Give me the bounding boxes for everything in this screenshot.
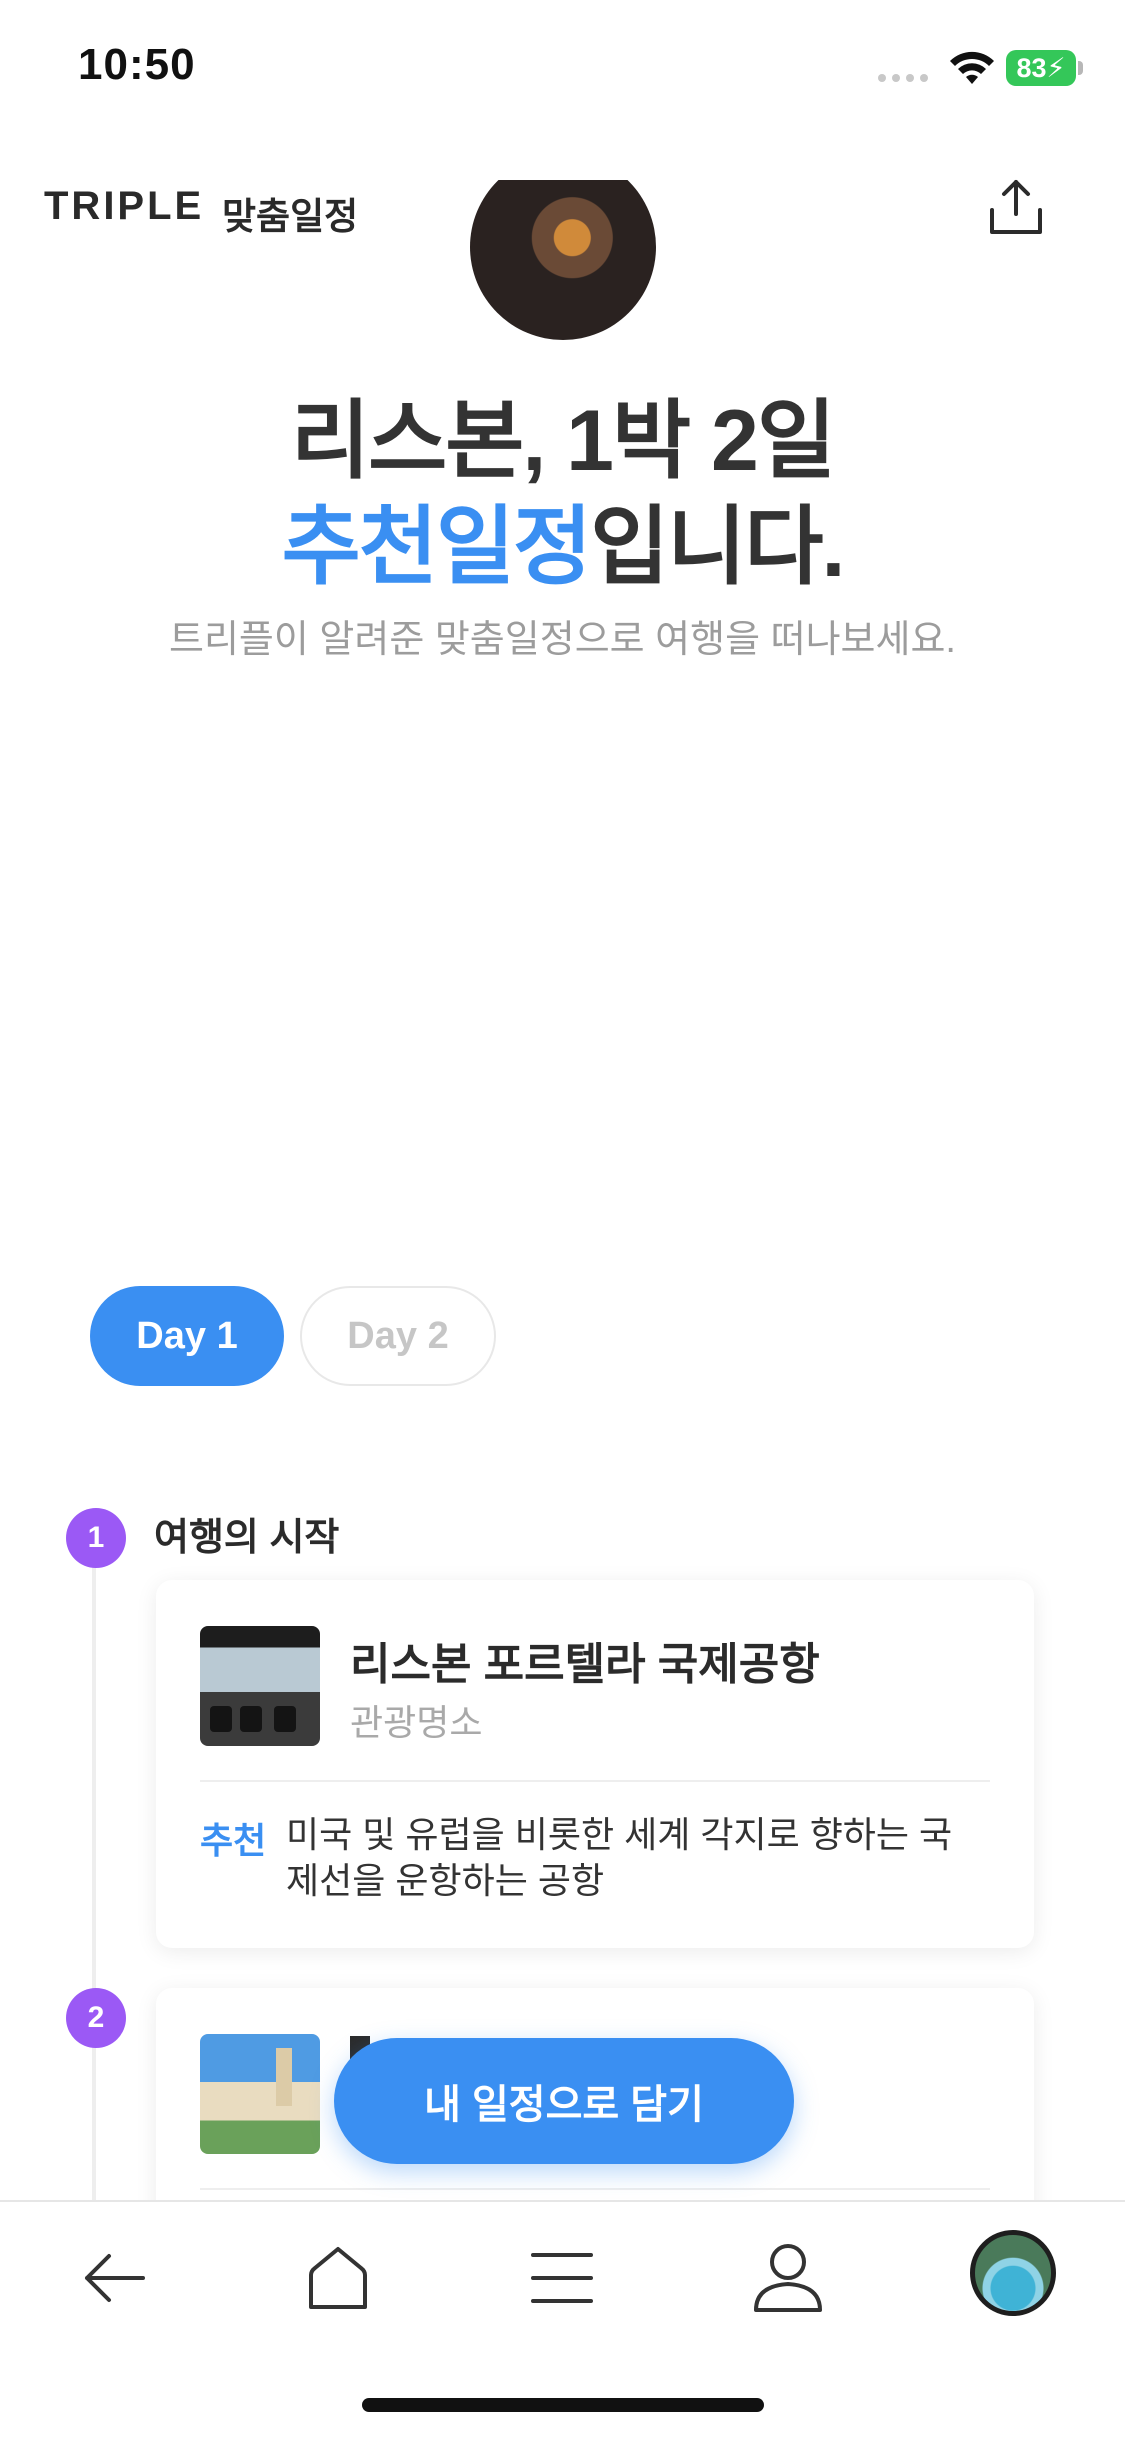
home-icon	[309, 2247, 367, 2309]
back-button[interactable]	[74, 2238, 154, 2318]
page-title: 맞춤일정	[222, 196, 359, 237]
card-divider	[200, 1780, 990, 1782]
tab-day-1[interactable]: Day 1	[90, 1286, 284, 1386]
step-badge-1: 1	[66, 1508, 126, 1568]
destination-image	[470, 180, 656, 340]
avatar[interactable]	[970, 2230, 1056, 2316]
place-card-1[interactable]: 리스본 포르텔라 국제공항 관광명소 추천 미국 및 유럽을 비롯한 세계 각지…	[156, 1580, 1034, 1948]
hero-title-highlight: 추천일정	[281, 499, 592, 595]
home-button[interactable]	[298, 2238, 378, 2318]
menu-icon	[531, 2253, 593, 2303]
place-thumbnail	[200, 1626, 320, 1746]
step-label-1: 여행의 시작	[154, 1517, 340, 1559]
place-category: 관광명소	[350, 1702, 483, 1743]
home-indicator	[362, 2398, 764, 2412]
menu-button[interactable]	[522, 2238, 602, 2318]
app-logo: TRIPLE	[44, 184, 205, 228]
step-badge-2: 2	[66, 1988, 126, 2048]
recommend-tag: 추천	[200, 1820, 267, 1861]
battery-cap	[1078, 61, 1083, 75]
user-icon	[754, 2244, 822, 2312]
status-time: 10:50	[78, 40, 196, 89]
hero-subtitle: 트리플이 알려준 맞춤일정으로 여행을 떠나보세요.	[169, 619, 956, 661]
recommend-text: 미국 및 유럽을 비롯한 세계 각지로 향하는 국제선을 운항하는 공항	[286, 1814, 953, 1901]
place-name: 리스본 포르텔라 국제공항	[350, 1640, 820, 1689]
share-icon[interactable]	[986, 176, 1046, 240]
timeline-line	[92, 1540, 96, 2200]
place-thumbnail	[200, 2034, 320, 2154]
tab-day-2[interactable]: Day 2	[300, 1286, 496, 1386]
battery-level: 83	[1016, 52, 1047, 83]
wifi-icon	[950, 51, 994, 84]
arrow-left-icon	[85, 2254, 145, 2302]
add-to-my-schedule-button[interactable]: 내 일정으로 담기	[334, 2038, 794, 2164]
hero-title-suffix: 입니다.	[590, 499, 845, 595]
battery-icon: 83 ⚡	[1006, 50, 1076, 86]
profile-button[interactable]	[748, 2238, 828, 2318]
hero-title-line2: 추천일정입니다.	[0, 476, 1125, 601]
cellular-signal-icon	[878, 74, 928, 82]
card-divider	[200, 2188, 990, 2190]
